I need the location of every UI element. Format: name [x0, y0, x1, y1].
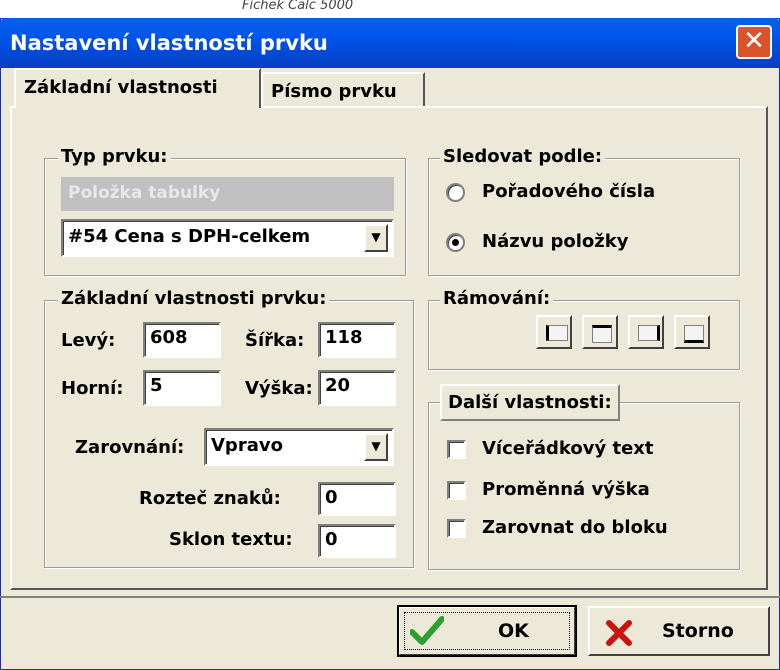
align-label: Zarovnání:	[75, 437, 185, 458]
chevron-down-icon: ▼	[371, 230, 381, 244]
left-input[interactable]: 608	[143, 322, 221, 358]
text-slant-input[interactable]: 0	[318, 524, 396, 558]
checkmark-icon	[410, 616, 444, 645]
frame-right-button[interactable]	[628, 315, 664, 349]
width-input[interactable]: 118	[318, 322, 396, 358]
chevron-down-icon: ▼	[371, 439, 381, 453]
frame-top-icon	[592, 325, 612, 343]
cancel-button[interactable]: Storno	[588, 606, 770, 656]
type-group-label: Typ prvku:	[58, 146, 171, 167]
radio-order-number[interactable]	[446, 183, 465, 202]
cancel-label: Storno	[662, 620, 734, 642]
radio-order-number-label: Pořadového čísla	[482, 181, 656, 202]
more-props-group-label: Další vlastnosti:	[440, 384, 620, 421]
frame-bottom-button[interactable]	[674, 315, 710, 349]
justify-label: Zarovnat do bloku	[482, 517, 668, 538]
width-label: Šířka:	[245, 330, 305, 351]
frame-top-button[interactable]	[582, 315, 618, 349]
background-window-title: Fichek Calc 5000	[242, 0, 354, 13]
radio-item-name-label: Názvu položky	[482, 231, 629, 252]
tab-font-label: Písmo prvku	[271, 81, 397, 102]
type-category-field: Položka tabulky	[61, 177, 394, 211]
frame-bottom-icon	[684, 325, 704, 343]
radio-selected-dot	[452, 239, 459, 246]
ok-label: OK	[498, 620, 529, 642]
tab-basic-label: Základní vlastnosti	[24, 77, 218, 98]
follow-group	[428, 158, 740, 276]
framing-group-label: Rámování:	[440, 288, 554, 309]
char-spacing-input[interactable]: 0	[318, 482, 396, 516]
multiline-checkbox[interactable]	[447, 440, 466, 459]
variable-height-label: Proměnná výška	[482, 479, 650, 500]
char-spacing-label: Rozteč znaků:	[139, 488, 281, 509]
type-select-value: #54 Cena s DPH-celkem	[68, 226, 311, 247]
top-label: Horní:	[61, 378, 124, 399]
tab-basic-properties[interactable]: Základní vlastnosti	[14, 68, 261, 108]
variable-height-checkbox[interactable]	[447, 481, 466, 500]
align-select-value: Vpravo	[211, 435, 283, 456]
type-select[interactable]: #54 Cena s DPH-celkem	[61, 219, 394, 257]
ok-button[interactable]: OK	[397, 605, 577, 657]
window-title: Nastavení vlastností prvku	[10, 31, 328, 55]
basic-props-group-label: Základní vlastnosti prvku:	[58, 288, 330, 309]
radio-item-name[interactable]	[446, 233, 465, 252]
type-group	[44, 158, 406, 276]
frame-left-icon	[546, 325, 568, 341]
close-button[interactable]: ✕	[736, 25, 772, 59]
type-dropdown-button[interactable]: ▼	[364, 224, 388, 252]
left-label: Levý:	[61, 330, 116, 351]
follow-group-label: Sledovat podle:	[440, 146, 606, 167]
justify-checkbox[interactable]	[447, 519, 466, 538]
close-icon: ✕	[743, 26, 765, 56]
height-input[interactable]: 20	[318, 370, 396, 406]
height-label: Výška:	[245, 378, 313, 399]
multiline-label: Víceřádkový text	[482, 438, 654, 459]
top-input[interactable]: 5	[143, 370, 221, 406]
cross-icon	[606, 620, 632, 646]
frame-left-button[interactable]	[536, 315, 572, 349]
frame-right-icon	[638, 325, 660, 341]
text-slant-label: Sklon textu:	[169, 529, 293, 550]
align-dropdown-button[interactable]: ▼	[364, 433, 388, 461]
tab-font[interactable]: Písmo prvku	[261, 72, 425, 108]
